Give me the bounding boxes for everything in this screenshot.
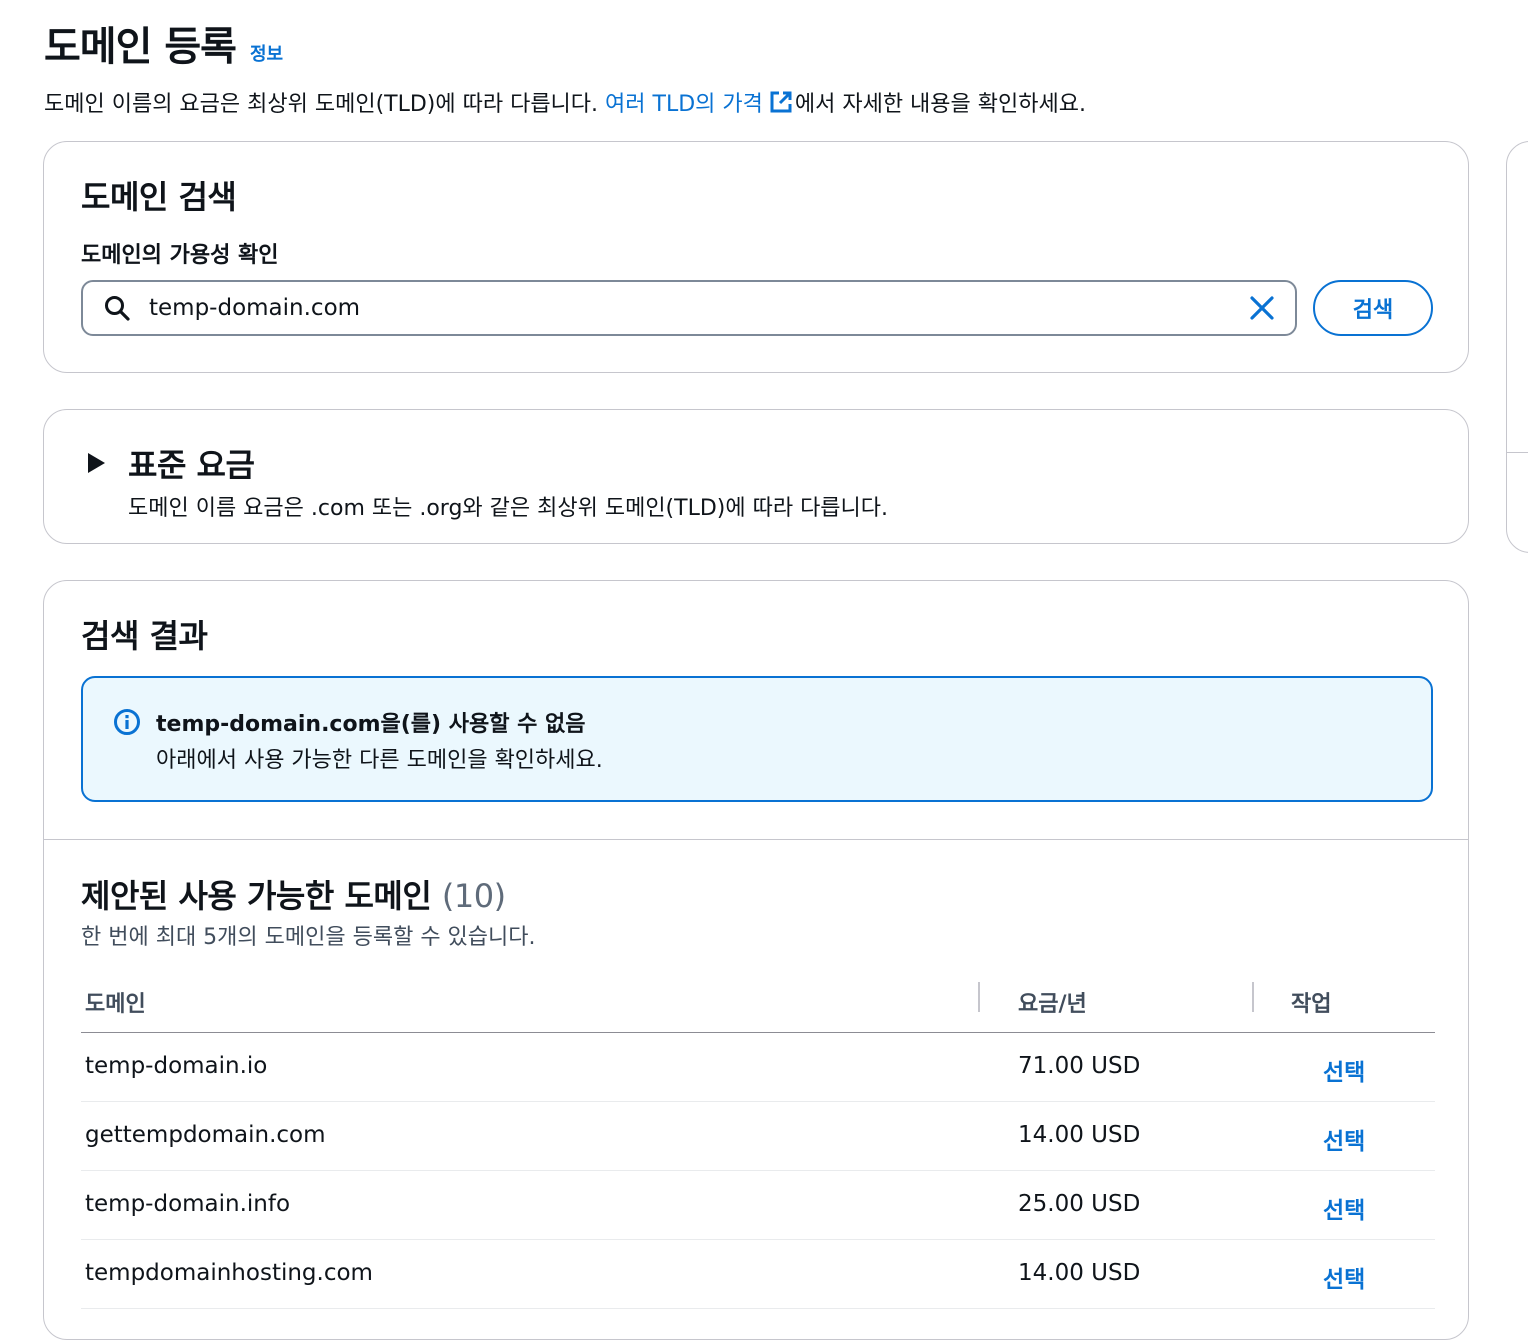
table-body: temp-domain.io 71.00 USD 선택 gettempdomai… [81, 1033, 1435, 1309]
search-panel-title: 도메인 검색 [81, 178, 237, 216]
row-price: 14.00 USD [1018, 1122, 1141, 1148]
side-panel-divider [1507, 452, 1528, 453]
row-price: 14.00 USD [1018, 1260, 1141, 1286]
search-box [81, 280, 1297, 336]
info-icon [113, 708, 141, 736]
caret-right-icon[interactable] [86, 452, 106, 474]
pricing-panel-title[interactable]: 표준 요금 [128, 440, 255, 486]
suggested-description: 한 번에 최대 5개의 도메인을 등록할 수 있습니다. [81, 925, 536, 950]
alert-body: 아래에서 사용 가능한 다른 도메인을 확인하세요. [156, 748, 603, 773]
row-domain: tempdomainhosting.com [85, 1260, 373, 1286]
table-row: temp-domain.info 25.00 USD 선택 [81, 1171, 1435, 1240]
suggested-title-text: 제안된 사용 가능한 도메인 [81, 877, 432, 915]
domain-search-panel: 도메인 검색 도메인의 가용성 확인 검색 [43, 141, 1469, 373]
alert-title: temp-domain.com을(를) 사용할 수 없음 [156, 712, 586, 737]
tld-pricing-link[interactable]: 여러 TLD의 가격 [605, 90, 795, 120]
clear-icon[interactable] [1249, 295, 1275, 321]
standard-pricing-panel: 표준 요금 도메인 이름 요금은 .com 또는 .org와 같은 최상위 도메… [43, 409, 1469, 544]
search-icon [103, 294, 131, 322]
pricing-description: 도메인 이름 요금은 .com 또는 .org와 같은 최상위 도메인(TLD)… [128, 496, 889, 521]
select-button[interactable]: 선택 [1323, 1053, 1365, 1087]
domain-search-input[interactable] [147, 294, 1249, 322]
suggested-domains-table: 도메인 요금/년 작업 temp-domain.io 71.00 USD 선택 … [81, 976, 1435, 1309]
column-resizer[interactable] [1252, 982, 1254, 1012]
column-resizer[interactable] [978, 982, 980, 1012]
page-description: 도메인 이름의 요금은 최상위 도메인(TLD)에 따라 다릅니다. 여러 TL… [44, 86, 1484, 120]
info-link[interactable]: 정보 [250, 40, 283, 66]
tld-pricing-link-label: 여러 TLD의 가격 [605, 92, 763, 117]
page-description-text: 도메인 이름의 요금은 최상위 도메인(TLD)에 따라 다릅니다. [44, 92, 606, 117]
external-link-icon [769, 90, 793, 120]
page-header: 도메인 등록 정보 도메인 이름의 요금은 최상위 도메인(TLD)에 따라 다… [44, 14, 1484, 120]
column-header-price: 요금/년 [1018, 992, 1087, 1017]
search-results-panel: 검색 결과 temp-domain.com을(를) 사용할 수 없음 아래에서 … [43, 580, 1469, 1340]
suggested-count: (10) [441, 877, 506, 915]
row-domain: temp-domain.info [85, 1191, 291, 1217]
availability-label: 도메인의 가용성 확인 [81, 243, 279, 268]
select-button[interactable]: 선택 [1323, 1260, 1365, 1294]
table-row: tempdomainhosting.com 14.00 USD 선택 [81, 1240, 1435, 1309]
column-header-action: 작업 [1291, 992, 1332, 1017]
table-row: gettempdomain.com 14.00 USD 선택 [81, 1102, 1435, 1171]
column-header-domain: 도메인 [85, 992, 146, 1017]
row-domain: temp-domain.io [85, 1053, 268, 1079]
table-row: temp-domain.io 71.00 USD 선택 [81, 1033, 1435, 1102]
select-button[interactable]: 선택 [1323, 1191, 1365, 1225]
page-description-suffix: 에서 자세한 내용을 확인하세요. [794, 92, 1086, 117]
select-button[interactable]: 선택 [1323, 1122, 1365, 1156]
results-title: 검색 결과 [81, 617, 208, 655]
row-price: 71.00 USD [1018, 1053, 1141, 1079]
page-title: 도메인 등록 [44, 24, 237, 70]
row-price: 25.00 USD [1018, 1191, 1141, 1217]
row-domain: gettempdomain.com [85, 1122, 326, 1148]
section-divider [44, 839, 1468, 840]
suggested-domains-title: 제안된 사용 가능한 도메인 (10) [81, 871, 506, 917]
unavailable-alert: temp-domain.com을(를) 사용할 수 없음 아래에서 사용 가능한… [81, 676, 1433, 802]
table-header: 도메인 요금/년 작업 [81, 976, 1435, 1033]
search-button[interactable]: 검색 [1313, 280, 1433, 336]
side-panel [1506, 141, 1528, 553]
